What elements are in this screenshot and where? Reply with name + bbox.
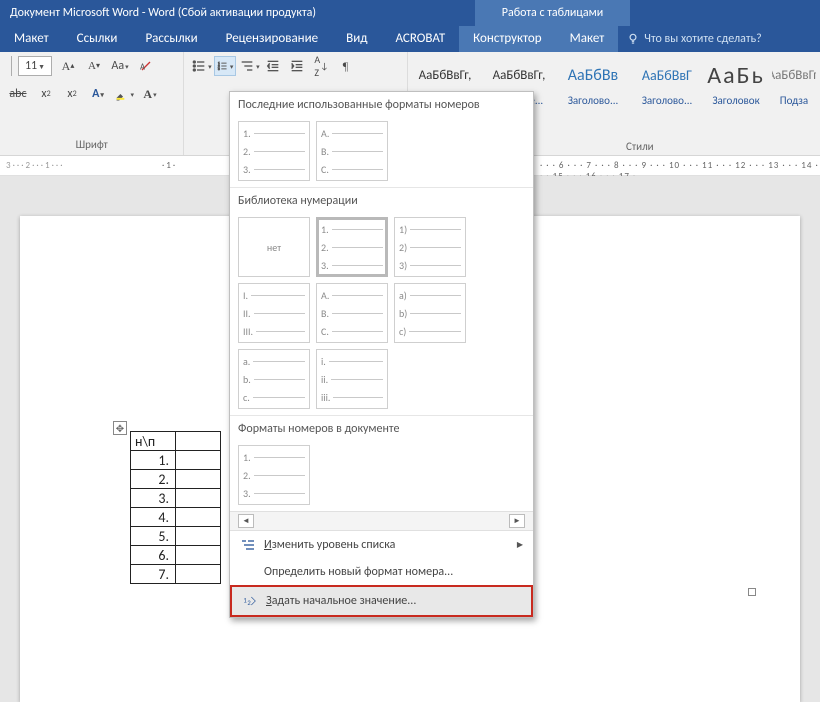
table-resize-handle[interactable] bbox=[748, 588, 756, 596]
lightbulb-icon bbox=[626, 32, 640, 46]
strike-icon[interactable]: abc bbox=[6, 84, 30, 104]
grow-font-icon[interactable]: A▴ bbox=[58, 56, 78, 76]
contextual-tab-title: Работа с таблицами bbox=[475, 0, 630, 26]
shrink-font-icon[interactable]: A▾ bbox=[84, 56, 104, 76]
svg-text:3: 3 bbox=[218, 67, 220, 71]
list-level-icon bbox=[240, 537, 256, 553]
subscript-icon[interactable]: x2 bbox=[36, 84, 56, 104]
tab-view[interactable]: Вид bbox=[332, 26, 381, 52]
num-thumb-irom[interactable]: i.ii.iii. bbox=[316, 349, 388, 409]
tab-review[interactable]: Рецензирование bbox=[212, 26, 332, 52]
bullets-icon[interactable]: ▾ bbox=[190, 56, 212, 76]
num-thumb-abc[interactable]: a.b.c. bbox=[238, 349, 310, 409]
scroll-left-icon: ◄ bbox=[238, 514, 254, 528]
numbering-dropdown: Последние использованные форматы номеров… bbox=[229, 91, 534, 618]
window-title: Документ Microsoft Word - Word (Сбой акт… bbox=[0, 6, 475, 20]
dropdown-section-recent: Последние использованные форматы номеров bbox=[230, 92, 533, 115]
svg-text:2: 2 bbox=[247, 599, 251, 607]
numbering-icon[interactable]: 123▾ bbox=[214, 56, 236, 76]
ribbon-tabs: Макет Ссылки Рассылки Рецензирование Вид… bbox=[0, 26, 820, 52]
font-size-combo[interactable]: 11▼ bbox=[18, 56, 52, 76]
dropdown-section-library: Библиотека нумерации bbox=[230, 187, 533, 211]
num-thumb-abcp[interactable]: a)b)c) bbox=[394, 283, 466, 343]
text-effects-icon[interactable]: A▾ bbox=[88, 84, 108, 104]
font-group: 11▼ A▴ A▾ Aa▾ A abc x2 x2 A▾ ▾ A▾ Шрифт bbox=[0, 52, 184, 155]
highlight-icon[interactable]: ▾ bbox=[114, 84, 134, 104]
tab-layout[interactable]: Макет bbox=[0, 26, 63, 52]
num-thumb-123-sel[interactable]: 1.2.3. bbox=[316, 217, 388, 277]
style-h1[interactable]: АаБбВвЗаголово... bbox=[560, 58, 626, 107]
gallery-scroll[interactable]: ◄► bbox=[230, 511, 533, 530]
style-title[interactable]: АаБьЗаголовок bbox=[708, 58, 764, 107]
sort-icon[interactable]: AZ↓ bbox=[310, 56, 332, 76]
num-thumb-roman[interactable]: I.II.III. bbox=[238, 283, 310, 343]
chevron-right-icon: ▶ bbox=[517, 540, 523, 550]
dropdown-section-doc: Форматы номеров в документе bbox=[230, 415, 533, 439]
tell-me-search[interactable]: Что вы хотите сделать? bbox=[618, 32, 769, 46]
show-marks-icon[interactable]: ¶ bbox=[334, 56, 356, 76]
style-h2[interactable]: АаБбВвГЗаголово... bbox=[634, 58, 700, 107]
set-value-icon: 12 bbox=[242, 593, 258, 609]
table-move-handle[interactable]: ✥ bbox=[113, 421, 127, 435]
change-case-icon[interactable]: Aa▾ bbox=[110, 56, 130, 76]
set-numbering-value[interactable]: 12 Задать начальное значение... bbox=[230, 585, 533, 617]
change-list-level[interactable]: ИИзменить уровень списказменить уровень … bbox=[230, 531, 533, 559]
outdent-icon[interactable] bbox=[262, 56, 284, 76]
scroll-right-icon: ► bbox=[509, 514, 525, 528]
font-group-label: Шрифт bbox=[6, 136, 177, 155]
tab-design[interactable]: Конструктор bbox=[459, 26, 555, 52]
superscript-icon[interactable]: x2 bbox=[62, 84, 82, 104]
num-thumb-ABC2[interactable]: A.B.C. bbox=[316, 283, 388, 343]
tab-mailings[interactable]: Рассылки bbox=[131, 26, 211, 52]
num-thumb-ABC[interactable]: A.B.C. bbox=[316, 121, 388, 181]
indent-icon[interactable] bbox=[286, 56, 308, 76]
num-thumb-paren[interactable]: 1)2)3) bbox=[394, 217, 466, 277]
tab-references[interactable]: Ссылки bbox=[63, 26, 132, 52]
title-bar: Документ Microsoft Word - Word (Сбой акт… bbox=[0, 0, 820, 26]
clear-format-icon[interactable]: A bbox=[136, 56, 156, 76]
num-thumb-none[interactable]: нет bbox=[238, 217, 310, 277]
style-subtitle[interactable]: АаБбВвГг,Подза bbox=[772, 58, 816, 107]
svg-text:A: A bbox=[140, 62, 145, 72]
num-thumb-doc1[interactable]: 1.2.3. bbox=[238, 445, 310, 505]
tab-acrobat[interactable]: ACROBAT bbox=[381, 26, 459, 52]
font-combo-edge[interactable] bbox=[6, 56, 12, 76]
tab-table-layout[interactable]: Макет bbox=[556, 26, 619, 52]
font-color-icon[interactable]: A▾ bbox=[140, 84, 160, 104]
styles-group-label: Стили bbox=[626, 140, 654, 153]
num-thumb-123[interactable]: 1.2.3. bbox=[238, 121, 310, 181]
multilevel-icon[interactable]: ▾ bbox=[238, 56, 260, 76]
define-new-format[interactable]: Определить новый формат номера... bbox=[230, 559, 533, 585]
